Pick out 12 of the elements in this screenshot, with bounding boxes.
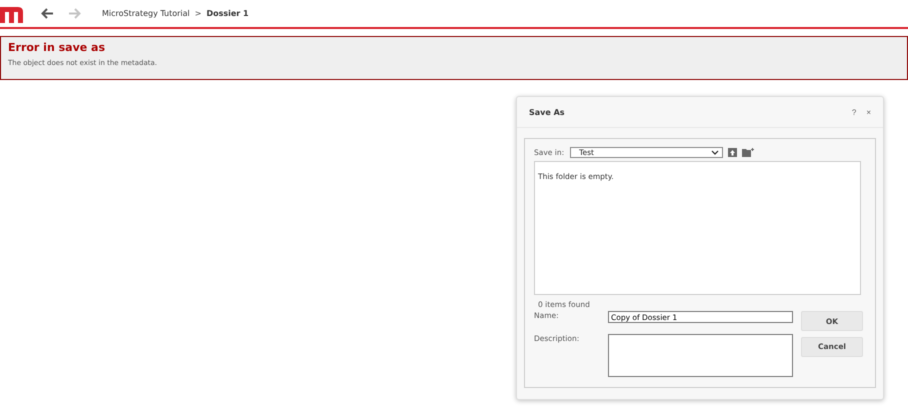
breadcrumb-link[interactable]: MicroStrategy Tutorial <box>102 9 190 18</box>
description-field[interactable] <box>608 334 793 377</box>
new-folder-icon[interactable] <box>742 148 754 157</box>
back-button[interactable] <box>41 8 54 19</box>
caret-icon <box>711 150 720 155</box>
dialog-title: Save As <box>529 108 566 116</box>
breadcrumb-link[interactable]: Dossier 1 <box>206 9 249 18</box>
error-title: Error in save as <box>8 41 106 54</box>
close-button[interactable]: × <box>866 108 871 116</box>
breadcrumb-separator: > <box>194 9 202 18</box>
help-button[interactable]: ? <box>852 108 856 116</box>
folder-up-icon[interactable] <box>728 148 738 157</box>
